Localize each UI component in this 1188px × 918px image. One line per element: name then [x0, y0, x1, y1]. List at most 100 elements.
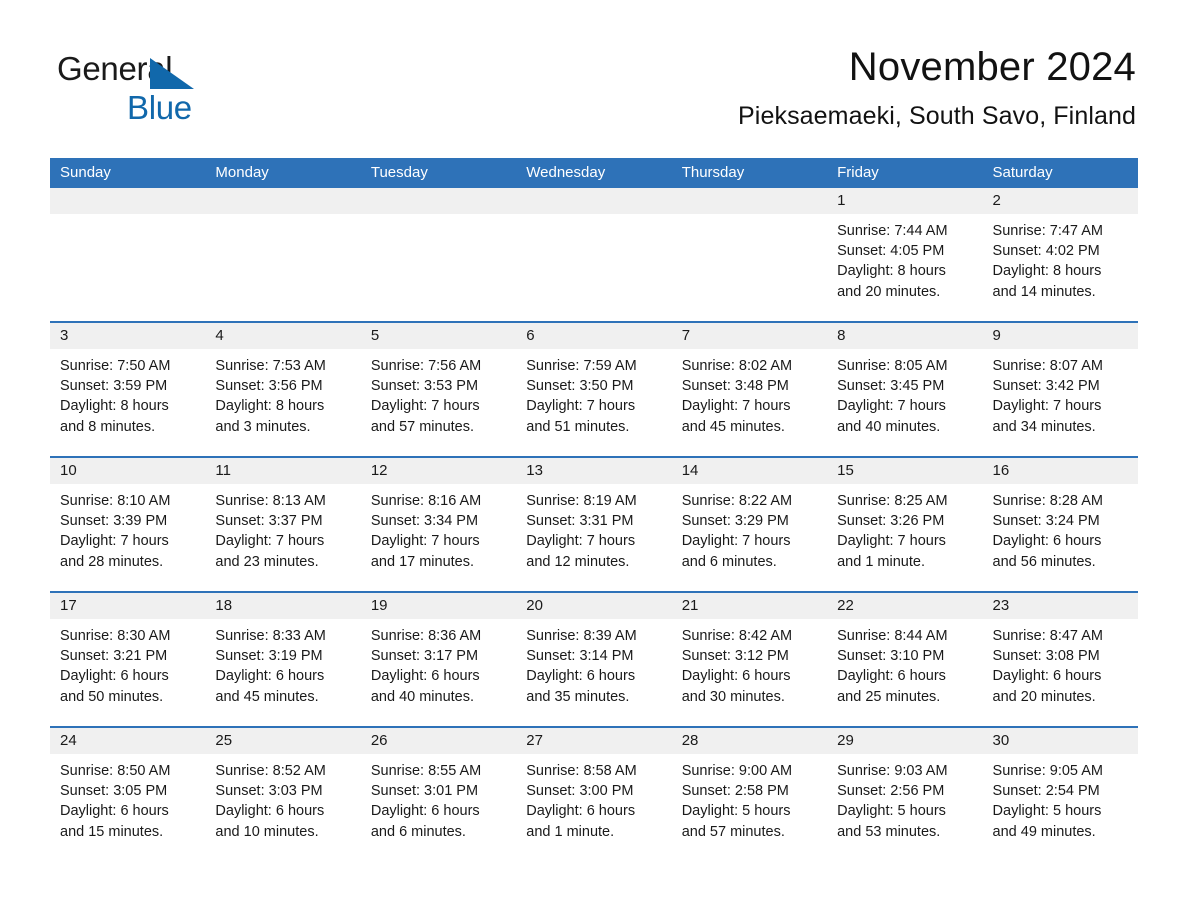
day-cell-15[interactable]: 15 Sunrise: 8:25 AM Sunset: 3:26 PM Dayligh… — [827, 458, 983, 591]
day-number-band: 6 — [516, 323, 672, 349]
day-cell-3[interactable]: 3 Sunrise: 7:50 AM Sunset: 3:59 PM Daylight… — [50, 323, 206, 456]
day-cell-19[interactable]: 19 Sunrise: 8:36 AM Sunset: 3:17 PM Dayligh… — [360, 593, 517, 726]
daylight-text: Daylight: 7 hours — [681, 533, 791, 550]
sunrise-text: Sunrise: 8:33 AM — [215, 628, 326, 644]
daylight-text: Daylight: 7 hours — [837, 533, 946, 550]
daylight-text: Daylight: 7 hours — [681, 398, 791, 415]
day-cell-21[interactable]: 21 Sunrise: 8:42 AM Sunset: 3:12 PM Dayligh… — [671, 593, 828, 726]
day-number: 18 — [215, 597, 233, 614]
weekday-header-thursday: Thursday — [681, 164, 745, 181]
day-cell-2[interactable]: 2 Sunrise: 7:47 AM Sunset: 4:02 PM Daylight… — [982, 188, 1138, 321]
day-cell-28[interactable]: 28 Sunrise: 9:00 AM Sunset: 2:58 PM Dayligh… — [671, 728, 828, 863]
weekday-header-monday: Monday — [215, 164, 269, 181]
day-number: 19 — [370, 597, 388, 614]
daylight-text-cont: and 14 minutes. — [992, 283, 1096, 300]
day-number-band: 5 — [360, 323, 517, 349]
day-number-band: 12 — [360, 458, 517, 484]
general-blue-logo[interactable]: General Blue — [57, 52, 194, 127]
sunrise-text: Sunrise: 8:22 AM — [681, 493, 793, 509]
day-number-band: 24 — [50, 728, 206, 754]
week-row: 17 Sunrise: 8:30 AM Sunset: 3:21 PM Dayligh… — [50, 593, 1138, 728]
day-cell-1[interactable]: 1 Sunrise: 7:44 AM Sunset: 4:05 PM Daylight… — [827, 188, 983, 321]
day-number-band: 25 — [205, 728, 361, 754]
sunset-text: Sunset: 3:42 PM — [992, 378, 1100, 395]
day-number-band — [671, 188, 828, 214]
day-number: 26 — [370, 732, 388, 749]
sunset-text: Sunset: 2:54 PM — [992, 783, 1100, 800]
sunset-text: Sunset: 3:29 PM — [681, 513, 789, 530]
day-number-band: 13 — [516, 458, 672, 484]
day-cell-9[interactable]: 9 Sunrise: 8:07 AM Sunset: 3:42 PM Daylight… — [982, 323, 1138, 456]
day-cell-14[interactable]: 14 Sunrise: 8:22 AM Sunset: 3:29 PM Dayligh… — [671, 458, 828, 591]
sunset-text: Sunset: 3:24 PM — [992, 513, 1100, 530]
day-cell-27[interactable]: 27 Sunrise: 8:58 AM Sunset: 3:00 PM Dayligh… — [516, 728, 672, 863]
daylight-text-cont: and 25 minutes. — [837, 688, 941, 705]
sunset-text: Sunset: 3:08 PM — [992, 648, 1100, 665]
day-cell-12[interactable]: 12 Sunrise: 8:16 AM Sunset: 3:34 PM Dayligh… — [360, 458, 517, 591]
day-details: Sunrise: 7:47 AM Sunset: 4:02 PM Daylight:… — [983, 214, 1138, 302]
day-cell-7[interactable]: 7 Sunrise: 8:02 AM Sunset: 3:48 PM Daylight… — [671, 323, 828, 456]
day-number: 3 — [60, 327, 69, 344]
day-cell-29[interactable]: 29 Sunrise: 9:03 AM Sunset: 2:56 PM Dayligh… — [827, 728, 983, 863]
daylight-text: Daylight: 6 hours — [992, 533, 1102, 550]
sunset-text: Sunset: 2:58 PM — [681, 783, 789, 800]
day-number: 14 — [681, 462, 699, 479]
week-row: 24 Sunrise: 8:50 AM Sunset: 3:05 PM Dayligh… — [50, 728, 1138, 863]
day-cell-18[interactable]: 18 Sunrise: 8:33 AM Sunset: 3:19 PM Dayligh… — [205, 593, 361, 726]
sunset-text: Sunset: 3:59 PM — [60, 378, 168, 395]
sunrise-text: Sunrise: 8:39 AM — [526, 628, 637, 644]
day-cell-13[interactable]: 13 Sunrise: 8:19 AM Sunset: 3:31 PM Dayligh… — [516, 458, 672, 591]
day-cell-4[interactable]: 4 Sunrise: 7:53 AM Sunset: 3:56 PM Daylight… — [205, 323, 361, 456]
day-cell-26[interactable]: 26 Sunrise: 8:55 AM Sunset: 3:01 PM Dayligh… — [360, 728, 517, 863]
day-cell-24[interactable]: 24 Sunrise: 8:50 AM Sunset: 3:05 PM Dayligh… — [50, 728, 206, 863]
daylight-text-cont: and 6 minutes. — [681, 553, 777, 570]
day-number: 11 — [215, 462, 231, 479]
day-number-band: 19 — [360, 593, 517, 619]
day-cell-17[interactable]: 17 Sunrise: 8:30 AM Sunset: 3:21 PM Dayligh… — [50, 593, 206, 726]
weekday-header-tuesday: Tuesday — [370, 164, 428, 181]
day-number: 15 — [837, 462, 854, 479]
day-cell-empty — [671, 188, 828, 321]
day-number: 12 — [370, 462, 388, 479]
day-cell-10[interactable]: 10 Sunrise: 8:10 AM Sunset: 3:39 PM Dayligh… — [50, 458, 206, 591]
sunrise-text: Sunrise: 7:59 AM — [526, 358, 637, 374]
page-subtitle: Pieksaemaeki, South Savo, Finland — [738, 102, 1136, 131]
sunset-text: Sunset: 4:05 PM — [837, 243, 945, 260]
daylight-text: Daylight: 5 hours — [681, 803, 791, 820]
day-cell-8[interactable]: 8 Sunrise: 8:05 AM Sunset: 3:45 PM Daylight… — [827, 323, 983, 456]
day-number: 16 — [992, 462, 1010, 479]
sunset-text: Sunset: 2:56 PM — [837, 783, 945, 800]
weekday-header-row: Sunday Monday Tuesday Wednesday Thursday Frid… — [50, 158, 1138, 188]
day-cell-30[interactable]: 30 Sunrise: 9:05 AM Sunset: 2:54 PM Dayligh… — [982, 728, 1138, 863]
daylight-text-cont: and 1 minute. — [837, 553, 925, 570]
week-row: 10 Sunrise: 8:10 AM Sunset: 3:39 PM Dayligh… — [50, 458, 1138, 593]
daylight-text-cont: and 17 minutes. — [370, 553, 475, 570]
day-number: 1 — [837, 192, 846, 209]
day-cell-25[interactable]: 25 Sunrise: 8:52 AM Sunset: 3:03 PM Dayligh… — [205, 728, 361, 863]
day-number: 5 — [370, 327, 380, 344]
day-number: 2 — [992, 192, 1001, 209]
day-cell-6[interactable]: 6 Sunrise: 7:59 AM Sunset: 3:50 PM Daylight… — [516, 323, 672, 456]
day-cell-22[interactable]: 22 Sunrise: 8:44 AM Sunset: 3:10 PM Dayligh… — [827, 593, 983, 726]
day-cell-11[interactable]: 11 Sunrise: 8:13 AM Sunset: 3:37 PM Dayligh… — [205, 458, 361, 591]
daylight-text-cont: and 40 minutes. — [837, 418, 941, 435]
day-cell-16[interactable]: 16 Sunrise: 8:28 AM Sunset: 3:24 PM Dayligh… — [982, 458, 1138, 591]
day-details — [361, 214, 516, 221]
day-details: Sunrise: 8:25 AM Sunset: 3:26 PM Daylight:… — [827, 484, 982, 572]
day-cell-5[interactable]: 5 Sunrise: 7:56 AM Sunset: 3:53 PM Daylight… — [360, 323, 517, 456]
sunset-text: Sunset: 3:17 PM — [370, 648, 479, 665]
day-cell-23[interactable]: 23 Sunrise: 8:47 AM Sunset: 3:08 PM Dayligh… — [982, 593, 1138, 726]
day-cell-20[interactable]: 20 Sunrise: 8:39 AM Sunset: 3:14 PM Dayligh… — [516, 593, 672, 726]
sunset-text: Sunset: 3:45 PM — [837, 378, 945, 395]
day-number: 29 — [837, 732, 854, 749]
daylight-text-cont: and 50 minutes. — [60, 688, 164, 705]
day-number-band: 21 — [671, 593, 828, 619]
calendar-page: General Blue November 2024 Pieksaemaeki,… — [0, 0, 1188, 918]
day-number: 21 — [681, 597, 699, 614]
sunrise-text: Sunrise: 8:10 AM — [60, 493, 171, 509]
sunrise-text: Sunrise: 8:36 AM — [370, 628, 482, 644]
daylight-text-cont: and 6 minutes. — [370, 823, 466, 840]
daylight-text: Daylight: 8 hours — [60, 398, 169, 415]
daylight-text: Daylight: 6 hours — [215, 803, 325, 820]
day-number-band: 15 — [827, 458, 983, 484]
